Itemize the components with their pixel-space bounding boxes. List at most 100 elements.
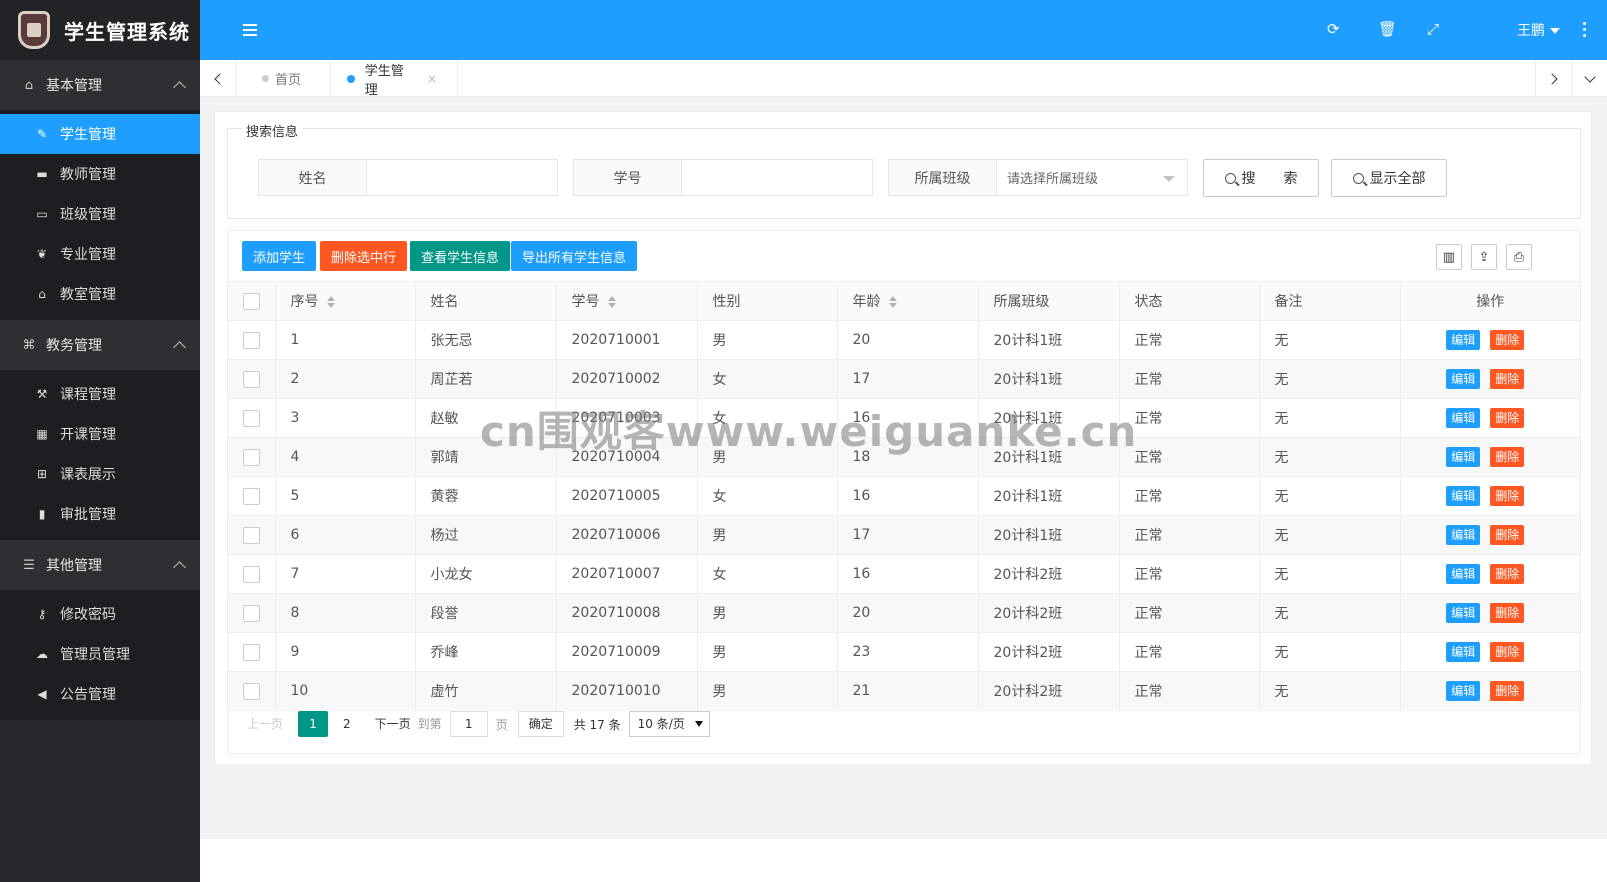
- prev-page-button[interactable]: 上一页: [240, 711, 290, 737]
- cell-name: 小龙女: [415, 554, 557, 594]
- goto-page-input[interactable]: 1: [449, 711, 488, 737]
- tabs-next-button[interactable]: [1535, 60, 1571, 97]
- search-button[interactable]: 搜 索: [1203, 159, 1319, 197]
- print-icon[interactable]: ⎙: [1506, 244, 1532, 270]
- sidebar-item-admins[interactable]: ☁ 管理员管理: [0, 634, 200, 674]
- export-icon[interactable]: ⇪: [1471, 244, 1497, 270]
- sidebar-item-courses[interactable]: ⚒ 课程管理: [0, 374, 200, 414]
- trash-icon[interactable]: 🗑: [1378, 20, 1397, 38]
- edit-button[interactable]: 编辑: [1446, 681, 1481, 702]
- nav-group-head-academic[interactable]: ⌘ 教务管理: [0, 320, 200, 370]
- header-label: 序号: [290, 294, 319, 310]
- delete-button[interactable]: 删除: [1490, 447, 1525, 467]
- sidebar-item-announcements[interactable]: ◀ 公告管理: [0, 674, 200, 714]
- row-checkbox[interactable]: [243, 643, 260, 661]
- cell-gender: 男: [697, 437, 838, 477]
- sidebar-item-majors[interactable]: ❦ 专业管理: [0, 234, 200, 274]
- sidebar-item-classes[interactable]: ▭ 班级管理: [0, 194, 200, 234]
- cell-actions: 编辑 删除: [1400, 398, 1580, 438]
- sidebar-item-change-password[interactable]: ⚷ 修改密码: [0, 594, 200, 634]
- sidebar-item-course-offering[interactable]: ▦ 开课管理: [0, 414, 200, 454]
- delete-button[interactable]: 删除: [1490, 525, 1525, 545]
- tab-students[interactable]: 学生管理 ×: [331, 60, 458, 98]
- cell-actions: 编辑 删除: [1400, 320, 1580, 360]
- row-checkbox[interactable]: [243, 370, 260, 388]
- edit-button[interactable]: 编辑: [1446, 564, 1481, 584]
- delete-button[interactable]: 删除: [1490, 369, 1525, 389]
- page-1-button[interactable]: 1: [298, 711, 329, 737]
- sidebar-item-timetable[interactable]: ⊞ 课表展示: [0, 454, 200, 494]
- header-label: 操作: [1476, 294, 1505, 310]
- delete-button[interactable]: 删除: [1490, 330, 1525, 350]
- col-header-index[interactable]: 序号: [275, 281, 416, 321]
- nav-group-head-other[interactable]: ☰ 其他管理: [0, 540, 200, 590]
- tabs-prev-button[interactable]: [200, 60, 236, 97]
- row-checkbox[interactable]: [243, 331, 260, 349]
- delete-button[interactable]: 删除: [1490, 681, 1525, 702]
- fullscreen-icon[interactable]: ⤢: [1427, 20, 1439, 38]
- sidebar-item-teachers[interactable]: ▬ 教师管理: [0, 154, 200, 194]
- row-checkbox[interactable]: [243, 565, 260, 583]
- col-header-age[interactable]: 年龄: [837, 281, 979, 321]
- col-header-gender: 性别: [697, 281, 838, 321]
- app-title: 学生管理系统: [64, 19, 190, 44]
- col-header-student-id[interactable]: 学号: [556, 281, 698, 321]
- delete-button[interactable]: 删除: [1490, 564, 1525, 584]
- page-size-value: 10 条/页: [637, 717, 685, 731]
- export-students-button[interactable]: 导出所有学生信息: [511, 241, 638, 271]
- sort-icon[interactable]: [326, 296, 336, 308]
- delete-selected-button[interactable]: 删除选中行: [320, 241, 408, 271]
- sidebar-item-classrooms[interactable]: ⌂ 教室管理: [0, 274, 200, 314]
- show-all-button[interactable]: 显示全部: [1331, 159, 1447, 197]
- edit-button[interactable]: 编辑: [1446, 486, 1481, 506]
- cell-age: 16: [837, 554, 979, 594]
- delete-button[interactable]: 删除: [1490, 642, 1525, 662]
- tab-home[interactable]: 首页: [236, 60, 331, 97]
- sort-icon[interactable]: [888, 296, 898, 308]
- class-select[interactable]: 请选择所属班级: [997, 160, 1187, 195]
- row-checkbox[interactable]: [243, 526, 260, 544]
- row-checkbox[interactable]: [243, 604, 260, 622]
- goto-confirm-button[interactable]: 确定: [517, 711, 564, 737]
- select-all-checkbox[interactable]: [243, 292, 260, 310]
- cell-remark: 无: [1259, 476, 1401, 516]
- close-icon[interactable]: ×: [427, 72, 437, 86]
- refresh-icon[interactable]: ⟳: [1327, 20, 1340, 38]
- view-student-button[interactable]: 查看学生信息: [410, 241, 511, 271]
- student-id-input[interactable]: [682, 160, 872, 195]
- columns-filter-icon[interactable]: ▥: [1436, 244, 1462, 270]
- name-input[interactable]: [367, 160, 557, 195]
- user-menu[interactable]: 王鹏: [1517, 20, 1560, 40]
- sidebar-item-students[interactable]: ✎ 学生管理: [0, 114, 200, 154]
- edit-button[interactable]: 编辑: [1446, 525, 1481, 545]
- nav-group-body: ⚒ 课程管理 ▦ 开课管理 ⊞ 课表展示 ▮ 审批管理: [0, 370, 200, 540]
- row-select-cell: [228, 437, 276, 477]
- edit-button[interactable]: 编辑: [1446, 447, 1481, 467]
- edit-button[interactable]: 编辑: [1446, 408, 1481, 428]
- tabs-menu-button[interactable]: [1571, 60, 1607, 97]
- sidebar-item-approval[interactable]: ▮ 审批管理: [0, 494, 200, 534]
- add-student-button[interactable]: 添加学生: [242, 241, 317, 271]
- delete-button[interactable]: 删除: [1490, 603, 1525, 623]
- delete-button[interactable]: 删除: [1490, 486, 1525, 506]
- more-vertical-icon[interactable]: [1583, 22, 1587, 40]
- edit-button[interactable]: 编辑: [1446, 603, 1481, 623]
- edit-button[interactable]: 编辑: [1446, 330, 1481, 350]
- row-checkbox[interactable]: [243, 448, 260, 466]
- cell-remark: 无: [1259, 359, 1401, 399]
- row-checkbox[interactable]: [243, 409, 260, 427]
- edit-button[interactable]: 编辑: [1446, 369, 1481, 389]
- page-2-button[interactable]: 2: [336, 711, 358, 737]
- edit-button[interactable]: 编辑: [1446, 642, 1481, 662]
- nav-group-body: ⚷ 修改密码 ☁ 管理员管理 ◀ 公告管理: [0, 590, 200, 720]
- row-checkbox[interactable]: [243, 682, 260, 700]
- page-size-select[interactable]: 10 条/页: [628, 711, 710, 737]
- delete-button[interactable]: 删除: [1490, 408, 1525, 428]
- cell-class: 20计科1班: [978, 437, 1120, 477]
- row-checkbox[interactable]: [243, 487, 260, 505]
- table-row: 6 杨过 2020710006 男 17 20计科1班 正常无编辑 删除: [228, 515, 1580, 555]
- nav-group-head-basic[interactable]: ⌂ 基本管理: [0, 60, 200, 110]
- sort-icon[interactable]: [607, 296, 617, 308]
- menu-toggle-icon[interactable]: [243, 24, 257, 36]
- next-page-button[interactable]: 下一页: [368, 711, 418, 737]
